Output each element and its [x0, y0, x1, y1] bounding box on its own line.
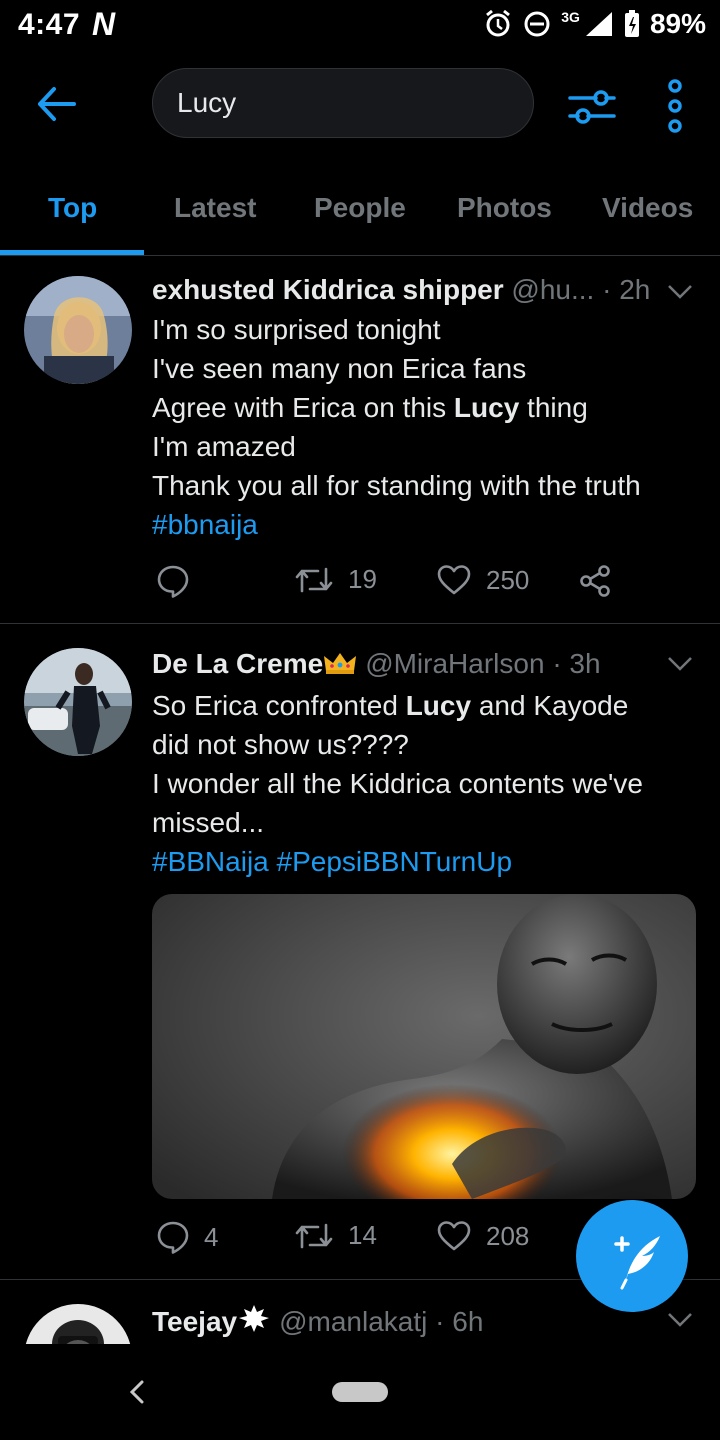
like-button[interactable]: 250 — [436, 564, 529, 596]
user-handle[interactable]: @MiraHarlson — [365, 648, 544, 679]
notification-icon: N — [92, 6, 116, 42]
tweet[interactable]: exhusted Kiddrica shipper @hu... · 2h I'… — [0, 256, 720, 624]
tweet-line: I've seen many non Erica fans — [152, 353, 527, 384]
retweet-button[interactable]: 19 — [294, 564, 377, 595]
reply-button[interactable]: 4 — [156, 1220, 218, 1254]
retweet-icon — [295, 567, 333, 592]
sparkle-badge-icon — [239, 1305, 270, 1332]
tab-top[interactable]: Top — [48, 192, 97, 224]
nav-back-icon[interactable] — [126, 1378, 150, 1406]
tweet-image[interactable] — [152, 894, 696, 1199]
avatar[interactable] — [24, 276, 132, 384]
search-input[interactable]: Lucy — [152, 68, 534, 138]
like-count: 208 — [486, 1220, 530, 1251]
tweet-time: · 6h — [435, 1306, 484, 1337]
search-filter-icon[interactable] — [566, 80, 618, 132]
heart-icon — [437, 1221, 471, 1251]
tab-photos[interactable]: Photos — [457, 192, 552, 224]
tweet-line: I wonder all the Kiddrica contents we've — [152, 768, 643, 799]
retweet-count: 19 — [348, 564, 377, 594]
tweet-time: · 2h — [602, 274, 651, 305]
back-arrow-icon[interactable] — [30, 80, 82, 128]
tweet-line: Agree with Erica on this Lucy thing — [152, 392, 588, 423]
retweet-count: 14 — [348, 1220, 377, 1250]
search-header: Lucy — [0, 60, 720, 150]
tweet-time: · 3h — [552, 648, 601, 679]
status-icons: 3G 89% — [483, 8, 706, 40]
nav-home-pill[interactable] — [332, 1382, 388, 1402]
network-label: 3G — [561, 9, 580, 25]
retweet-button[interactable]: 14 — [294, 1220, 377, 1251]
alarm-icon — [486, 9, 511, 37]
tweet-header: Teejay @manlakatj · 6h — [152, 1304, 483, 1338]
display-name[interactable]: Teejay — [152, 1306, 237, 1337]
search-tabs: Top Latest People Photos Videos — [0, 178, 720, 256]
tweet-line: missed... — [152, 807, 265, 838]
tab-latest[interactable]: Latest — [174, 192, 256, 224]
display-name[interactable]: De La Creme — [152, 648, 323, 679]
retweet-icon — [295, 1223, 333, 1248]
user-handle[interactable]: @hu... — [511, 274, 594, 305]
search-query: Lucy — [177, 87, 237, 118]
system-nav-bar — [0, 1344, 720, 1440]
tweet-text: So Erica confronted Lucy and Kayode did … — [152, 686, 702, 881]
status-bar: 4:47 N 3G 89% — [0, 0, 720, 50]
avatar[interactable] — [24, 648, 132, 756]
tweet-header: De La Creme @MiraHarlson · 3h — [152, 648, 601, 680]
hashtag-link[interactable]: #bbnaija — [152, 505, 702, 544]
signal-icon — [585, 12, 612, 36]
battery-icon — [624, 10, 639, 37]
avatar[interactable] — [24, 1304, 132, 1344]
search-highlight: Lucy — [405, 690, 472, 721]
tweet-line: did not show us???? — [152, 729, 409, 760]
do-not-disturb-icon — [524, 11, 550, 37]
reply-icon — [157, 1221, 189, 1254]
tab-people[interactable]: People — [314, 192, 406, 224]
tweet-header: exhusted Kiddrica shipper @hu... · 2h — [152, 274, 650, 306]
display-name[interactable]: exhusted Kiddrica shipper — [152, 274, 504, 305]
like-count: 250 — [486, 564, 530, 595]
user-handle[interactable]: @manlakatj — [279, 1306, 427, 1337]
battery-percent: 89% — [649, 8, 706, 39]
tweet-text: I'm so surprised tonight I've seen many … — [152, 310, 702, 544]
tweet-line: I'm amazed — [152, 431, 296, 462]
tab-videos[interactable]: Videos — [602, 192, 693, 224]
reply-icon — [157, 565, 189, 598]
tweet-line: Thank you all for standing with the trut… — [152, 470, 641, 501]
tweet[interactable]: De La Creme @MiraHarlson · 3h So Erica co… — [0, 624, 720, 1280]
reply-button[interactable] — [156, 564, 204, 598]
share-icon[interactable] — [578, 564, 612, 598]
tweet-line: I'm so surprised tonight — [152, 314, 441, 345]
status-time: 4:47 — [18, 8, 81, 41]
hashtag-link[interactable]: #BBNaija #PepsiBBNTurnUp — [152, 842, 702, 881]
chevron-down-icon[interactable] — [666, 654, 694, 674]
search-highlight: Lucy — [453, 392, 520, 423]
active-tab-indicator — [0, 250, 144, 255]
crown-icon — [324, 653, 357, 674]
reply-count: 4 — [204, 1221, 219, 1252]
tweet-actions: 19 250 — [152, 564, 672, 604]
chevron-down-icon[interactable] — [666, 1310, 694, 1330]
more-options-icon[interactable] — [660, 78, 690, 134]
chevron-down-icon[interactable] — [666, 282, 694, 302]
compose-feather-icon — [614, 1236, 660, 1290]
heart-icon — [437, 565, 471, 595]
tweet-line: So Erica confronted Lucy and Kayode — [152, 690, 629, 721]
like-button[interactable]: 208 — [436, 1220, 529, 1252]
compose-tweet-button[interactable] — [576, 1200, 688, 1312]
